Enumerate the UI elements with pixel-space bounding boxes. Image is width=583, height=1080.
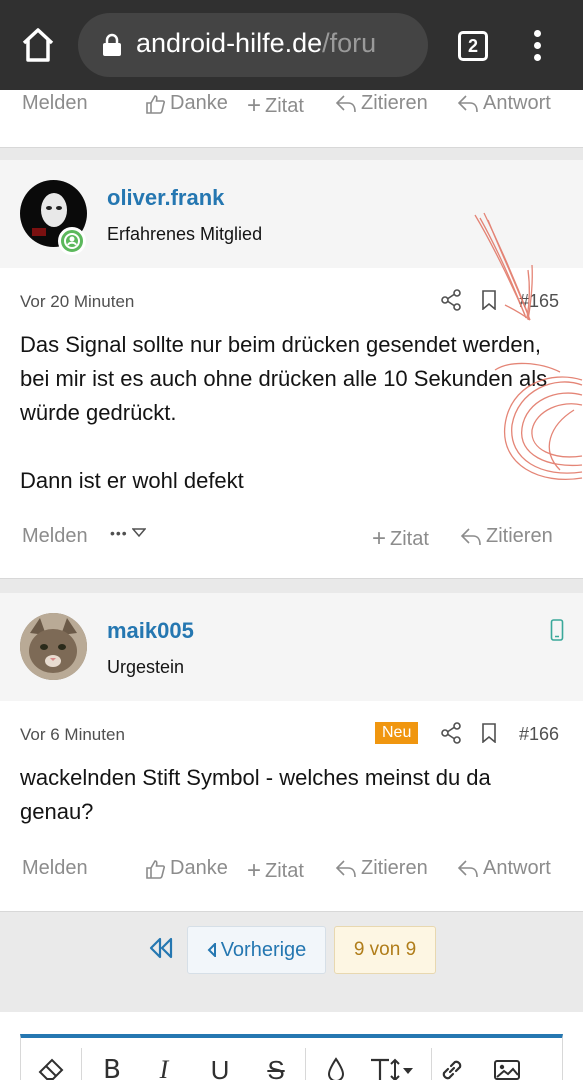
reply-quote-label: Zitieren	[361, 857, 428, 879]
user-title: Urgestein	[107, 657, 185, 677]
thumbs-up-icon	[146, 859, 165, 879]
report-label: Melden	[22, 857, 88, 879]
text-size-icon[interactable]	[367, 1050, 417, 1080]
toolbar-divider	[81, 1048, 82, 1080]
report-link[interactable]: Melden	[22, 525, 88, 548]
more-options-button[interactable]: •••	[110, 525, 146, 541]
post-body: Das Signal sollte nur beim drücken gesen…	[20, 328, 565, 498]
reply-quote-button[interactable]: Zitieren	[460, 525, 553, 548]
post-card: maik005 Urgestein Vor 6 Minuten Neu #166…	[0, 593, 583, 912]
post-card: oliver.frank Erfahrenes Mitglied Vor 20 …	[0, 160, 583, 579]
color-drop-icon[interactable]	[321, 1050, 351, 1080]
post-paragraph: wackelnden Stift Symbol - welches meinst…	[20, 765, 491, 824]
reply-quote-button[interactable]: Zitieren	[335, 857, 428, 880]
report-label: Melden	[22, 525, 88, 547]
toolbar-divider	[431, 1048, 432, 1080]
home-icon[interactable]	[20, 25, 56, 65]
reply-icon	[335, 94, 356, 112]
post-card-previous: Melden Danke + Zitat Zitieren Antwort	[0, 90, 583, 148]
bookmark-icon[interactable]	[481, 290, 497, 315]
previous-page-button[interactable]: Vorherige	[187, 926, 326, 974]
quote-label: Zitat	[265, 94, 304, 117]
quote-label: Zitat	[265, 859, 304, 882]
post-actions: Melden ••• + Zitat Zitieren	[0, 525, 583, 555]
url-text: android-hilfe.de/foru	[136, 28, 416, 59]
bookmark-icon[interactable]	[481, 723, 497, 748]
link-icon[interactable]	[437, 1050, 467, 1080]
post-time[interactable]: Vor 20 Minuten	[20, 292, 134, 312]
avatar[interactable]	[20, 613, 87, 680]
first-page-icon[interactable]	[148, 936, 174, 960]
report-link[interactable]: Melden	[22, 92, 88, 115]
tab-switcher-button[interactable]: 2	[458, 31, 488, 61]
underline-icon[interactable]: U	[205, 1050, 235, 1080]
reply-icon	[457, 94, 478, 112]
post-paragraph: Dann ist er wohl defekt	[20, 468, 244, 493]
quote-button[interactable]: + Zitat	[247, 92, 304, 120]
reply-editor: B I U S	[0, 1012, 583, 1080]
online-status-icon	[58, 227, 86, 255]
thanks-label: Danke	[170, 92, 228, 114]
chevron-down-icon	[131, 528, 146, 538]
chevron-left-icon	[207, 943, 216, 957]
editor-toolbar: B I U S	[20, 1034, 563, 1080]
thanks-button[interactable]: Danke	[144, 857, 228, 880]
post-user-header: maik005 Urgestein	[0, 593, 583, 701]
share-icon[interactable]	[440, 289, 462, 316]
new-badge: Neu	[375, 722, 419, 744]
eraser-icon[interactable]	[35, 1050, 67, 1080]
url-path: /foru	[322, 28, 377, 58]
post-number[interactable]: #165	[519, 291, 559, 312]
report-link[interactable]: Melden	[22, 857, 88, 880]
post-actions: Melden Danke + Zitat Zitieren Antwort	[0, 857, 583, 887]
report-label: Melden	[22, 92, 88, 114]
quote-button[interactable]: + Zitat	[247, 857, 304, 885]
answer-label: Antwort	[483, 92, 551, 114]
reply-quote-label: Zitieren	[486, 525, 553, 547]
username[interactable]: maik005	[107, 618, 194, 644]
answer-button[interactable]: Antwort	[457, 857, 551, 880]
quote-button[interactable]: + Zitat	[372, 525, 429, 553]
quote-label: Zitat	[390, 527, 429, 550]
thumbs-up-icon	[146, 94, 165, 114]
post-body: wackelnden Stift Symbol - welches meinst…	[20, 761, 565, 829]
more-vert-icon[interactable]	[531, 30, 543, 62]
username[interactable]: oliver.frank	[107, 185, 224, 211]
post-time[interactable]: Vor 6 Minuten	[20, 725, 125, 745]
reply-icon	[335, 859, 356, 877]
address-bar[interactable]: android-hilfe.de/foru	[78, 13, 428, 77]
reply-quote-label: Zitieren	[361, 92, 428, 114]
italic-icon[interactable]: I	[149, 1050, 179, 1080]
page-indicator[interactable]: 9 von 9	[334, 926, 436, 974]
share-icon[interactable]	[440, 722, 462, 749]
answer-button[interactable]: Antwort	[457, 92, 551, 115]
previous-label: Vorherige	[220, 938, 307, 961]
strikethrough-icon[interactable]: S	[261, 1050, 291, 1080]
image-icon[interactable]	[491, 1050, 523, 1080]
answer-label: Antwort	[483, 857, 551, 879]
reply-icon	[460, 527, 481, 545]
browser-toolbar: android-hilfe.de/foru 2	[0, 0, 583, 90]
reply-icon	[457, 859, 478, 877]
thanks-button[interactable]: Danke	[144, 92, 228, 115]
toolbar-divider	[305, 1048, 306, 1080]
user-title: Erfahrenes Mitglied	[107, 224, 263, 244]
url-host: android-hilfe.de	[136, 28, 323, 58]
post-paragraph: Das Signal sollte nur beim drücken gesen…	[20, 332, 548, 425]
post-actions-previous: Melden Danke + Zitat Zitieren Antwort	[0, 92, 583, 122]
post-user-header: oliver.frank Erfahrenes Mitglied	[0, 160, 583, 268]
bold-icon[interactable]: B	[97, 1050, 127, 1080]
thanks-label: Danke	[170, 857, 228, 879]
mobile-device-icon	[550, 619, 564, 646]
post-number[interactable]: #166	[519, 724, 559, 745]
more-label: •••	[110, 525, 128, 541]
lock-icon	[102, 33, 122, 57]
reply-quote-button[interactable]: Zitieren	[335, 92, 428, 115]
pagination: Vorherige 9 von 9	[0, 912, 583, 1012]
